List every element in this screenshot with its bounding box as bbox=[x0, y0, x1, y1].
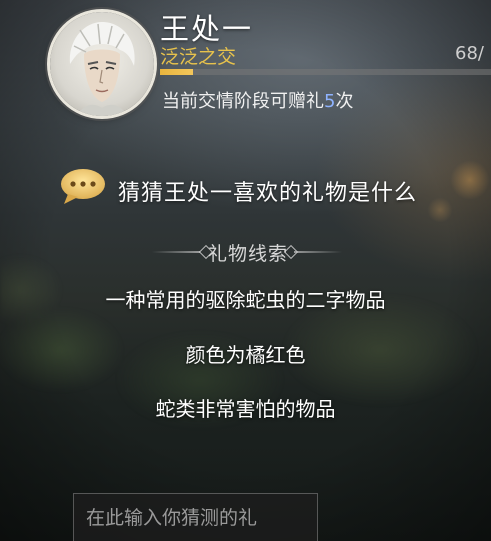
gift-count-number: 5 bbox=[324, 91, 336, 112]
npc-portrait-icon bbox=[69, 22, 135, 116]
npc-avatar[interactable] bbox=[50, 12, 154, 116]
chat-bubble-icon bbox=[61, 169, 105, 204]
gift-count-text: 当前交情阶段可赠礼5次 bbox=[162, 87, 353, 113]
affinity-progress-bar bbox=[160, 69, 491, 75]
affinity-score: 68/ bbox=[455, 43, 484, 64]
gift-question: 猜猜王处一喜欢的礼物是什么 bbox=[118, 181, 418, 206]
affinity-progress-fill bbox=[160, 69, 194, 75]
guess-input[interactable] bbox=[73, 493, 318, 541]
clue-title-divider-right bbox=[294, 251, 342, 253]
gift-text-suffix: 次 bbox=[335, 91, 354, 112]
clue-item: 一种常用的驱除蛇虫的二字物品 bbox=[105, 288, 386, 312]
relationship-status: 泛泛之交 bbox=[160, 46, 237, 68]
clue-item: 蛇类非常害怕的物品 bbox=[155, 397, 336, 421]
gift-text-prefix: 当前交情阶段可赠礼 bbox=[162, 91, 324, 112]
clue-title: 礼物线索 bbox=[207, 243, 288, 265]
clue-item: 颜色为橘红色 bbox=[185, 343, 306, 367]
